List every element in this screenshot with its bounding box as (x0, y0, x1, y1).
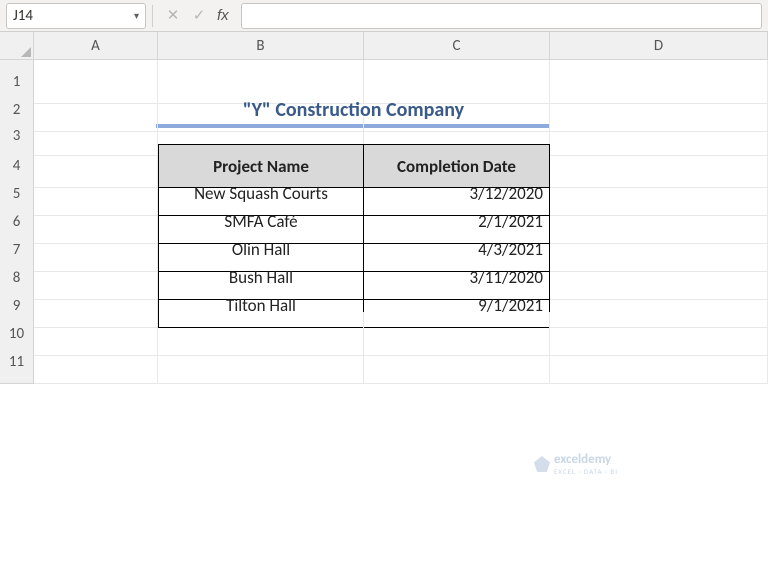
cell[interactable] (550, 340, 768, 384)
cell[interactable] (158, 340, 364, 384)
col-header-b[interactable]: B (158, 32, 364, 60)
formula-bar-input[interactable] (241, 3, 762, 29)
watermark-brand: exceldemy (554, 452, 611, 467)
chevron-down-icon[interactable]: ▾ (134, 9, 139, 22)
col-header-a[interactable]: A (34, 32, 158, 60)
cell[interactable] (34, 340, 158, 384)
col-header-c[interactable]: C (364, 32, 550, 60)
enter-icon: ✓ (191, 6, 207, 25)
name-box-value: J14 (13, 7, 134, 25)
name-box[interactable]: J14 ▾ (6, 3, 146, 29)
watermark: exceldemy EXCEL · DATA · BI (534, 452, 618, 476)
divider (152, 5, 153, 27)
select-all-corner[interactable] (0, 32, 34, 60)
cell[interactable] (364, 340, 550, 384)
col-header-d[interactable]: D (550, 32, 768, 60)
watermark-tagline: EXCEL · DATA · BI (554, 467, 618, 476)
spreadsheet-grid[interactable]: A B C D 1 2 "Y" Construction Company 3 4… (0, 32, 768, 368)
formula-bar-row: J14 ▾ ✕ ✓ fx (0, 0, 768, 32)
row-header[interactable]: 11 (0, 340, 34, 384)
watermark-icon (534, 456, 550, 472)
fx-icon[interactable]: fx (217, 7, 229, 24)
formula-controls: ✕ ✓ fx (159, 6, 235, 25)
cancel-icon: ✕ (165, 6, 181, 25)
